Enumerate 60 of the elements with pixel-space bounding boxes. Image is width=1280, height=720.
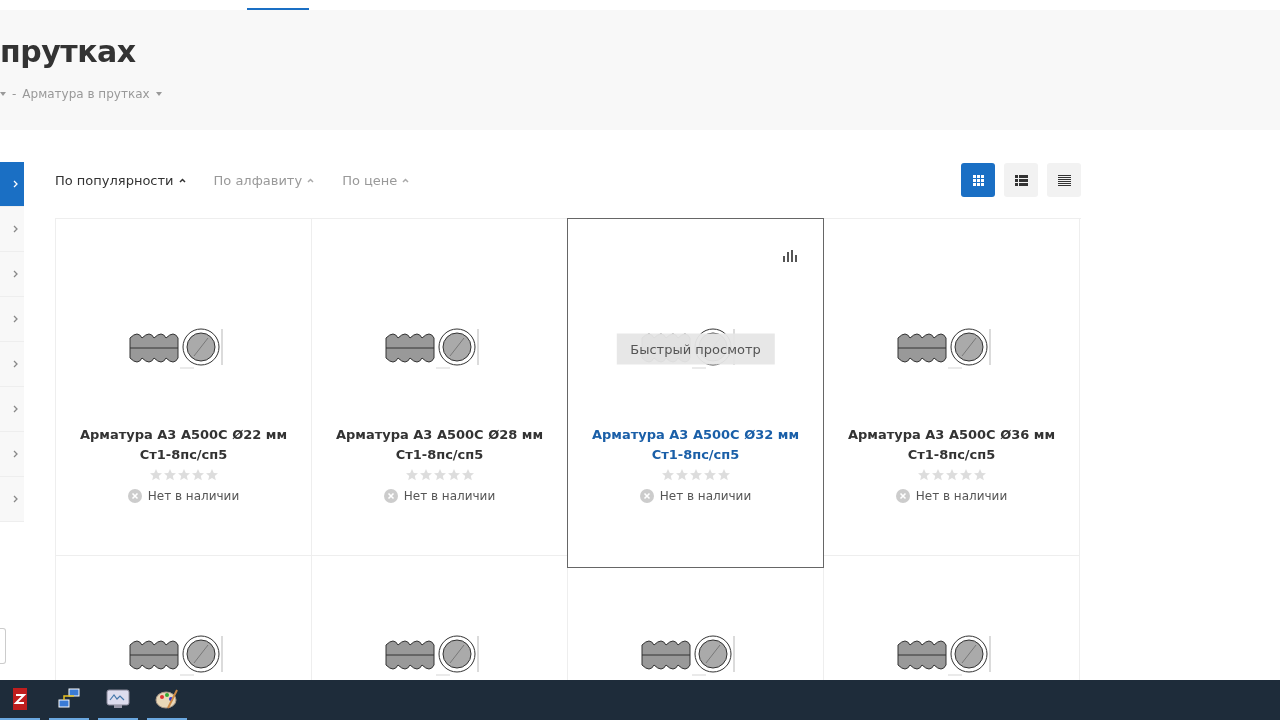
availability-status: Нет в наличии [659,489,752,503]
grid-view-icon [972,174,984,186]
unavailable-icon [895,489,910,503]
chevron-right-icon [13,360,18,368]
product-name[interactable]: Арматура А3 А500С Ø36 мм Ст1-8пс/сп5 [841,425,1062,465]
caret-up-icon [178,177,186,183]
quick-view-button[interactable]: Быстрый просмотр [616,333,775,365]
unavailable-icon [383,489,398,503]
product-card[interactable]: Арматура А3 А500С Ø36 мм Ст1-8пс/сп5 Нет в наличии [824,219,1080,556]
caret-up-icon [402,177,410,183]
sidebar-item[interactable] [0,162,24,207]
star-icon [973,469,986,481]
star-icon [191,469,204,481]
view-mode-button[interactable] [1004,163,1038,197]
star-icon [149,469,162,481]
availability-status: Нет в наличии [915,489,1008,503]
star-icon [433,469,446,481]
star-icon [661,469,674,481]
chevron-right-icon [13,225,18,233]
view-mode-button[interactable] [1047,163,1081,197]
star-icon [931,469,944,481]
product-name[interactable]: Арматура А3 А500С Ø22 мм Ст1-8пс/сп5 [73,425,294,465]
star-icon [689,469,702,481]
star-icon [461,469,474,481]
product-card[interactable]: Арматура А3 А500С Ø22 мм Ст1-8пс/сп5 Нет в наличии [56,219,312,556]
star-icon [447,469,460,481]
sort-option[interactable]: По популярности [55,172,186,188]
chevron-right-icon [13,180,18,188]
product-name[interactable]: Арматура А3 А500С Ø32 мм Ст1-8пс/сп5 [585,425,806,465]
field-edge [0,628,6,664]
availability-status: Нет в наличии [403,489,496,503]
table-view-icon [1057,174,1071,186]
star-icon [177,469,190,481]
product-name[interactable]: Арматура А3 А500С Ø28 мм Ст1-8пс/сп5 [329,425,550,465]
view-mode-button[interactable] [961,163,995,197]
product-card[interactable]: Быстрый просмотр Арматура А3 А500С Ø32 мм Ст1-8пс/сп5 Нет в наличии [567,218,824,568]
unavailable-icon [639,489,654,503]
caret-up-icon [307,177,315,183]
list-view-icon [1014,174,1028,186]
caret-icon [0,92,6,96]
availability-status: Нет в наличии [147,489,240,503]
star-icon [703,469,716,481]
chevron-right-icon [13,495,18,503]
star-icon [917,469,930,481]
chevron-right-icon [13,450,18,458]
caret-icon [155,92,162,96]
chevron-right-icon [13,315,18,323]
star-icon [945,469,958,481]
star-icon [163,469,176,481]
chevron-right-icon [13,405,18,413]
page-title: прутках [0,34,137,69]
chevron-right-icon [13,270,18,278]
star-icon [675,469,688,481]
star-icon [419,469,432,481]
unavailable-icon [127,489,142,503]
breadcrumb-separator: - [12,87,17,101]
star-icon [717,469,730,481]
star-icon [959,469,972,481]
star-icon [405,469,418,481]
star-icon [205,469,218,481]
